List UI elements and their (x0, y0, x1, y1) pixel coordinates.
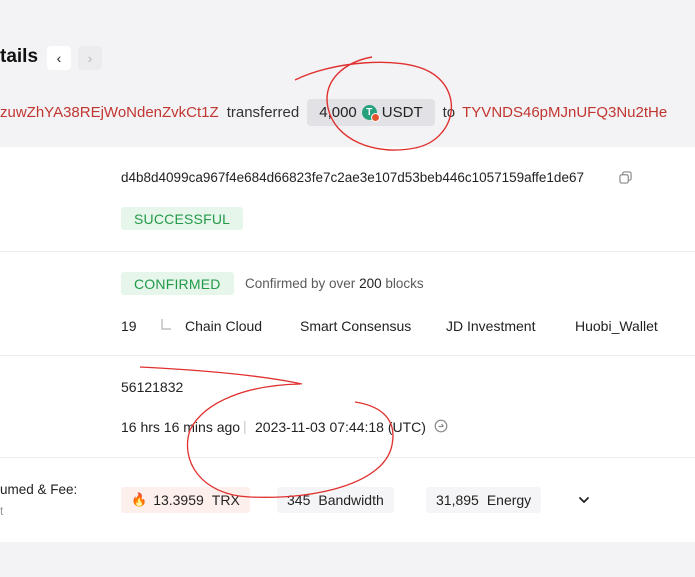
token-amount-chip[interactable]: 4,000 T USDT (307, 98, 435, 126)
block-timestamp-value: 2023-11-03 07:44:18 (255, 419, 384, 435)
transfer-summary: zuwZhYA38REjWoNdenZvkCt1Z transferred 4,… (0, 97, 667, 127)
token-symbol: USDT (381, 103, 423, 121)
divider (0, 251, 695, 252)
result-status-badge: SUCCESSFUL (121, 207, 244, 230)
tree-branch-icon (161, 319, 171, 330)
confirmation-note-suffix: blocks (385, 276, 424, 291)
sr-link-huobi-wallet[interactable]: Huobi_Wallet (575, 318, 658, 334)
trx-fee-chip: 🔥 13.3959 TRX (121, 487, 250, 513)
resources-label-line2: t (0, 504, 4, 518)
block-timezone: (UTC) (387, 419, 426, 435)
bandwidth-chip: 345 Bandwidth (277, 487, 394, 513)
page-title: tails (0, 46, 39, 67)
fire-icon: 🔥 (131, 492, 148, 507)
confirmation-status-badge: CONFIRMED (121, 272, 234, 295)
previous-transaction-button[interactable]: ‹ (47, 46, 71, 70)
to-address-link[interactable]: TYVNDS46pMJnUFQ3Nu2tHe (462, 104, 667, 121)
clock-icon[interactable] (434, 419, 448, 433)
block-timestamp: 2023-11-03 07:44:18 (UTC) (255, 419, 426, 435)
resources-label: umed & Fee: (0, 482, 78, 497)
confirmation-block-count: 200 (359, 276, 382, 291)
divider (0, 355, 695, 356)
from-address-link[interactable]: zuwZhYA38REjWoNdenZvkCt1Z (0, 104, 219, 121)
energy-chip: 31,895 Energy (426, 487, 542, 513)
sr-count: 19 (121, 318, 137, 334)
transaction-details-card: d4b8d4099ca967f4e684d66823fe7c2ae3e107d5… (0, 147, 695, 542)
copy-icon[interactable] (619, 171, 632, 184)
confirmation-note: Confirmed by over 200 blocks (245, 276, 424, 291)
page-header: tails ‹ › zuwZhYA38REjWoNdenZvkCt1Z tran… (0, 0, 695, 147)
next-transaction-button[interactable]: › (78, 46, 102, 70)
time-separator: | (243, 418, 247, 434)
transfer-verb: transferred (226, 103, 300, 121)
bandwidth-amount: 345 (287, 492, 311, 508)
divider (0, 457, 695, 458)
energy-amount: 31,895 (436, 492, 479, 508)
energy-unit: Energy (486, 492, 532, 508)
block-height-link[interactable]: 56121832 (121, 379, 183, 395)
to-word: to (442, 103, 456, 121)
sr-link-chain-cloud[interactable]: Chain Cloud (185, 318, 262, 334)
sr-link-smart-consensus[interactable]: Smart Consensus (300, 318, 411, 334)
transaction-hash: d4b8d4099ca967f4e684d66823fe7c2ae3e107d5… (121, 170, 584, 185)
trx-fee-amount: 13.3959 (153, 492, 204, 508)
block-age: 16 hrs 16 mins ago (121, 419, 241, 435)
usdt-token-icon: T (361, 104, 380, 122)
trx-fee-unit: TRX (211, 492, 240, 508)
chevron-down-icon[interactable] (577, 493, 591, 507)
confirmation-note-prefix: Confirmed by over (245, 276, 356, 291)
bandwidth-unit: Bandwidth (318, 492, 384, 508)
token-amount: 4,000 (319, 103, 357, 121)
sr-link-jd-investment[interactable]: JD Investment (446, 318, 535, 334)
